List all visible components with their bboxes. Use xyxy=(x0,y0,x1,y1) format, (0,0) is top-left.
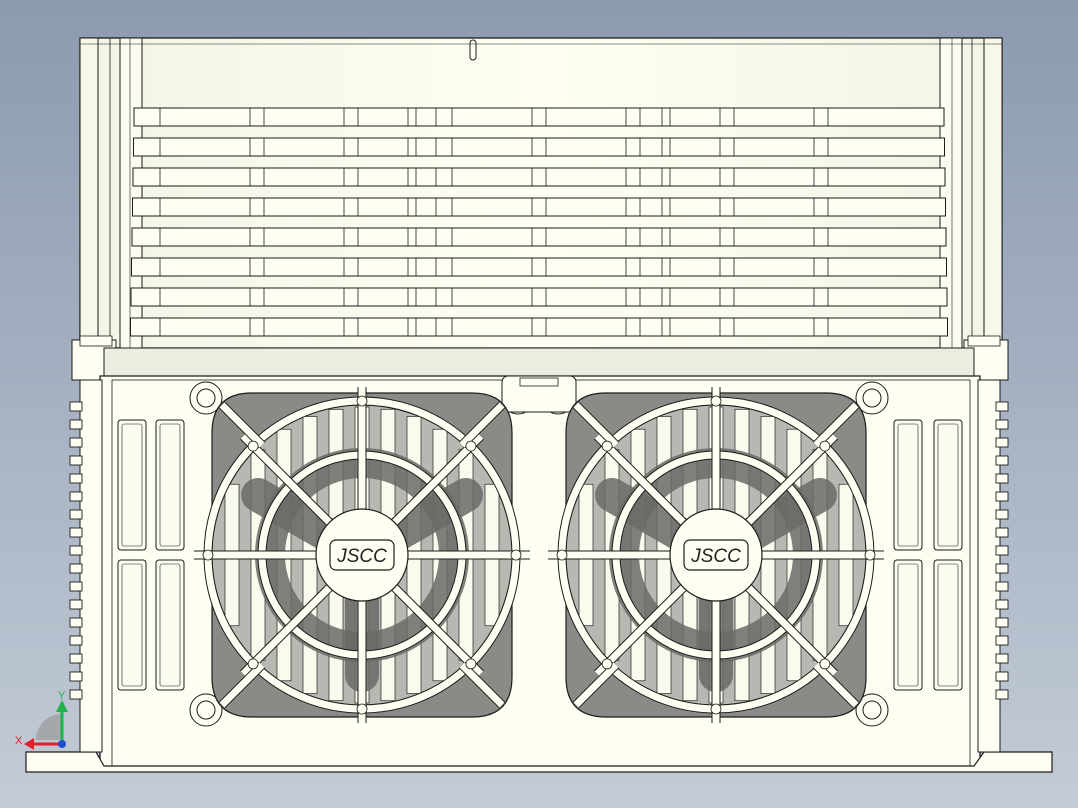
louver-slat xyxy=(133,137,945,157)
fin xyxy=(69,671,83,682)
fan-brand-right: JSCC xyxy=(690,546,741,567)
fin xyxy=(995,581,1009,592)
heatsink-fins-left xyxy=(69,379,103,753)
fin xyxy=(995,491,1009,502)
fin xyxy=(69,491,83,502)
fin xyxy=(69,473,83,484)
fan-brand-left: JSCC xyxy=(336,546,387,567)
cad-drawing: JSCC JSCC Y X xyxy=(15,37,1053,773)
louver-slat xyxy=(132,167,946,187)
louver-slat xyxy=(131,227,947,247)
fin xyxy=(995,419,1009,430)
fin xyxy=(995,599,1009,610)
fin xyxy=(69,401,83,412)
fin xyxy=(995,527,1009,538)
louver-slat xyxy=(130,317,948,337)
top-notch xyxy=(469,39,477,61)
axis-triad: Y X xyxy=(15,690,68,750)
fin xyxy=(69,419,83,430)
fin xyxy=(69,455,83,466)
fin xyxy=(995,617,1009,628)
fin xyxy=(995,455,1009,466)
left-rail-outer xyxy=(79,37,99,349)
fin xyxy=(995,437,1009,448)
fin xyxy=(69,581,83,592)
fin xyxy=(69,437,83,448)
fin xyxy=(995,563,1009,574)
fin xyxy=(995,401,1009,412)
fin xyxy=(69,509,83,520)
top-cover xyxy=(71,37,1009,381)
fin xyxy=(69,599,83,610)
lower-housing xyxy=(25,347,1053,773)
fin xyxy=(995,689,1009,700)
louver-slat xyxy=(131,257,947,277)
x-axis-label: X xyxy=(15,735,23,747)
fin xyxy=(995,653,1009,664)
fin xyxy=(995,509,1009,520)
fin xyxy=(69,527,83,538)
fin xyxy=(69,635,83,646)
right-rail-outer xyxy=(983,37,1003,349)
fin xyxy=(995,545,1009,556)
fin xyxy=(69,689,83,700)
fin xyxy=(69,563,83,574)
heatsink-fins-right xyxy=(977,379,1009,753)
fin xyxy=(69,653,83,664)
fin xyxy=(995,473,1009,484)
y-axis-label: Y xyxy=(58,690,66,702)
z-axis-dot xyxy=(58,740,66,748)
fin xyxy=(69,545,83,556)
fin xyxy=(995,671,1009,682)
louver-slat xyxy=(133,107,945,127)
louver-slat xyxy=(130,287,948,307)
fin xyxy=(995,635,1009,646)
fin xyxy=(69,617,83,628)
louver-slat xyxy=(132,197,946,217)
